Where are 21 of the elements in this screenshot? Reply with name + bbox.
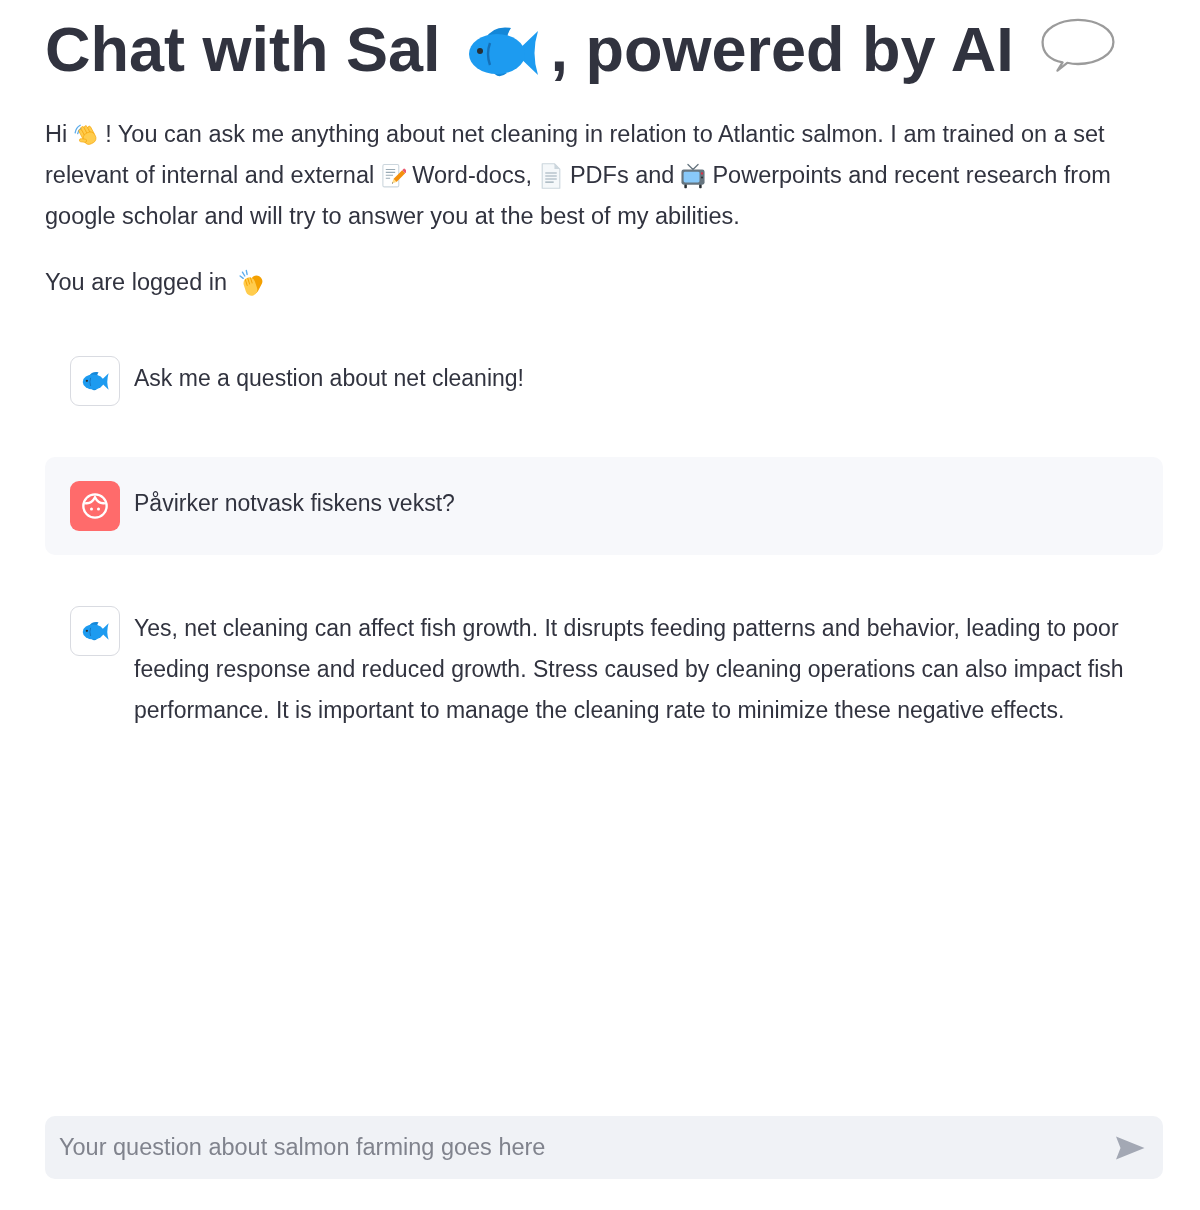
intro-text: Hi bbox=[45, 120, 68, 150]
speech-balloon-icon bbox=[1039, 16, 1116, 73]
intro-text: PDFs and bbox=[569, 161, 675, 191]
television-icon bbox=[680, 162, 707, 189]
fish-avatar-icon bbox=[70, 606, 120, 657]
memo-pencil-icon bbox=[380, 162, 407, 189]
login-status-text: You are logged in bbox=[45, 268, 228, 298]
intro-text: ! You can ask me anything about net cleaning in relation to Atlantic salmon. I am trained on a set bbox=[105, 120, 1105, 150]
message-text: Yes, net cleaning can affect fish growth. It disrupts feeding patterns and behavior, leading to poor feeding response and reduced growth. Stress caused by cleaning operations can also impact fish performance. It is important to manage the cleaning rate to minimize these negative effects. bbox=[134, 614, 1125, 726]
face-avatar-icon bbox=[70, 481, 120, 532]
page-title: , powered by AI bbox=[550, 15, 1014, 85]
intro-text: Powerpoints and recent research from bbox=[712, 161, 1111, 191]
page-title: Chat with Sal bbox=[45, 15, 441, 85]
intro-text: relevant of internal and external bbox=[45, 161, 375, 191]
message-text: Påvirker notvask fiskens vekst? bbox=[134, 489, 455, 519]
message-text: Ask me a question about net cleaning! bbox=[134, 364, 524, 394]
send-button[interactable] bbox=[1115, 1134, 1145, 1161]
intro-text: Word-docs, bbox=[412, 161, 532, 191]
intro-text: google scholar and will try to answer you at the best of my abilities. bbox=[45, 202, 740, 232]
fish-avatar-icon bbox=[70, 356, 120, 407]
chat-input-field[interactable]: Your question about salmon farming goes here bbox=[45, 1116, 1163, 1179]
